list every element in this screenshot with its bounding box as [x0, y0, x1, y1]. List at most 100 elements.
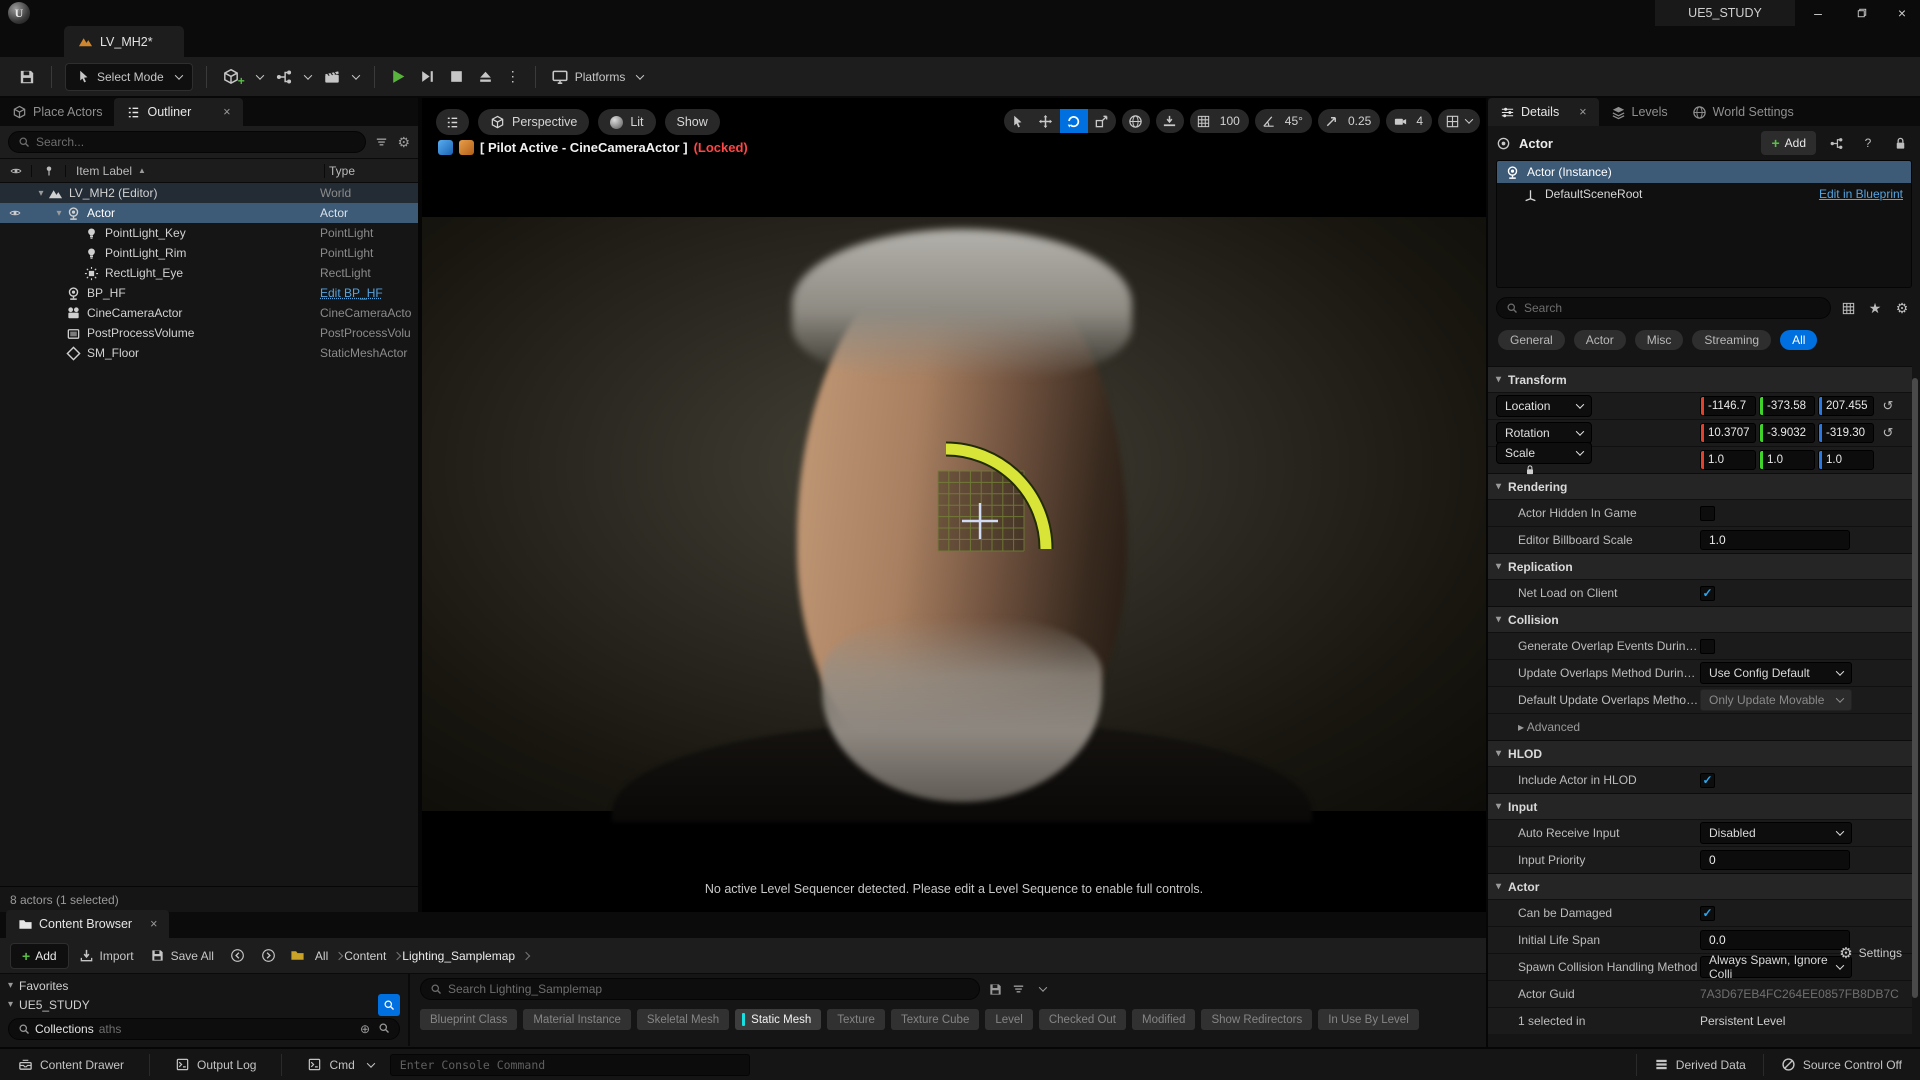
lock-details-button[interactable]	[1888, 131, 1912, 155]
add-component-button[interactable]: + Add	[1761, 131, 1816, 155]
column-item-label[interactable]: Item Label ▲	[66, 164, 324, 178]
blueprints-dropdown[interactable]	[269, 64, 317, 90]
select-tool-button[interactable]	[1004, 109, 1032, 133]
details-filter-button[interactable]: All	[1780, 330, 1817, 350]
location-dropdown[interactable]: Location	[1496, 395, 1592, 417]
details-filter-button[interactable]: General	[1498, 330, 1565, 350]
checkbox[interactable]: ✓	[1700, 586, 1715, 601]
stop-button[interactable]	[442, 64, 471, 89]
output-log-button[interactable]: Output Log	[167, 1057, 264, 1072]
section-header-collision[interactable]: ▾Collision	[1488, 606, 1912, 632]
cmd-dropdown[interactable]: Cmd	[299, 1057, 381, 1072]
collections-search-input[interactable]: Collections aths ⊕	[8, 1018, 400, 1040]
skip-button[interactable]	[413, 64, 442, 89]
menu-item[interactable]	[108, 9, 130, 17]
z-value-field[interactable]: 207.455	[1818, 396, 1874, 416]
grid-snap-button[interactable]	[1190, 109, 1218, 133]
convert-blueprint-button[interactable]	[1824, 131, 1848, 155]
asset-filter-pill[interactable]: Modified	[1132, 1009, 1195, 1030]
world-space-button[interactable]	[1122, 109, 1150, 133]
value-input[interactable]: 1.0	[1700, 530, 1850, 550]
asset-filter-pill[interactable]: Checked Out	[1039, 1009, 1126, 1030]
filter-sources-button[interactable]	[378, 994, 400, 1016]
asset-filter-pill[interactable]: Show Redirectors	[1201, 1009, 1312, 1030]
breadcrumb-all[interactable]: All	[313, 949, 330, 963]
asset-filter-pill[interactable]: Level	[985, 1009, 1033, 1030]
checkbox[interactable]: ✓	[1700, 773, 1715, 788]
asset-filter-pill[interactable]: Blueprint Class	[420, 1009, 517, 1030]
viewport-options-button[interactable]	[436, 109, 469, 135]
camera-speed-button[interactable]	[1386, 109, 1414, 133]
section-header-replication[interactable]: ▾Replication	[1488, 553, 1912, 579]
asset-filter-pill[interactable]: Texture	[827, 1009, 885, 1030]
close-icon[interactable]: ×	[223, 105, 230, 119]
viewport[interactable]: Perspective Lit Show [ Pilot Active - Ci…	[422, 98, 1486, 912]
display-options-button[interactable]	[1838, 296, 1858, 320]
menu-item[interactable]	[218, 9, 240, 17]
value-dropdown[interactable]: Use Config Default	[1700, 662, 1852, 684]
details-filter-button[interactable]: Actor	[1574, 330, 1626, 350]
menu-item[interactable]	[196, 9, 218, 17]
add-actor-dropdown[interactable]: +	[216, 62, 269, 92]
close-button[interactable]: ×	[1884, 0, 1920, 26]
visibility-column-icon[interactable]	[10, 165, 22, 177]
outliner-row[interactable]: CineCameraActor CineCameraActo	[0, 303, 418, 323]
details-filter-button[interactable]: Streaming	[1692, 330, 1771, 350]
tab-levels[interactable]: Levels	[1599, 98, 1680, 126]
level-tab[interactable]: LV_MH2*	[64, 26, 184, 57]
column-type[interactable]: Type	[324, 164, 418, 178]
menu-item[interactable]	[86, 9, 108, 17]
add-collection-icon[interactable]: ⊕	[360, 1022, 370, 1036]
value-dropdown[interactable]: Always Spawn, Ignore Colli	[1700, 956, 1852, 978]
asset-filter-pill[interactable]: Static Mesh	[735, 1009, 821, 1030]
x-value-field[interactable]: 10.3707	[1700, 423, 1756, 443]
viewport-layout-button[interactable]	[1438, 109, 1466, 133]
close-icon[interactable]: ×	[1579, 105, 1586, 119]
outliner-row[interactable]: PointLight_Key PointLight	[0, 223, 418, 243]
asset-filter-pill[interactable]: Skeletal Mesh	[637, 1009, 729, 1030]
save-search-icon[interactable]	[988, 982, 1003, 997]
outliner-search-input[interactable]: Search...	[8, 131, 366, 153]
console-command-input[interactable]: Enter Console Command	[390, 1054, 750, 1076]
rotate-tool-button[interactable]	[1060, 109, 1088, 133]
details-scrollbar[interactable]	[1912, 378, 1918, 998]
section-header-actor[interactable]: ▾Actor	[1488, 873, 1912, 899]
outliner-row[interactable]: PostProcessVolume PostProcessVolu	[0, 323, 418, 343]
asset-filter-pill[interactable]: Texture Cube	[891, 1009, 979, 1030]
source-control-button[interactable]: Source Control Off	[1773, 1057, 1910, 1072]
component-row-child[interactable]: DefaultSceneRoot Edit in Blueprint	[1497, 183, 1911, 205]
scale-tool-button[interactable]	[1088, 109, 1116, 133]
tab-content-browser[interactable]: Content Browser ×	[6, 910, 169, 938]
outliner-row[interactable]: ▾ Actor Actor	[0, 203, 418, 223]
component-row-root[interactable]: Actor (Instance)	[1497, 161, 1911, 183]
reset-to-default-button[interactable]: ↺	[1877, 398, 1899, 414]
outliner-row[interactable]: ▾ LV_MH2 (Editor) World	[0, 183, 418, 203]
filter-icon[interactable]	[1011, 982, 1026, 997]
section-header-transform[interactable]: ▾Transform	[1488, 366, 1912, 392]
outliner-row[interactable]: RectLight_Eye RectLight	[0, 263, 418, 283]
search-icon[interactable]	[378, 1022, 390, 1034]
tab-world-settings[interactable]: World Settings	[1680, 98, 1806, 126]
chevron-down-icon[interactable]	[1039, 983, 1047, 991]
eye-icon[interactable]	[9, 207, 21, 219]
section-header-input[interactable]: ▾Input	[1488, 793, 1912, 819]
y-value-field[interactable]: -3.9032	[1759, 423, 1815, 443]
lock-icon[interactable]	[1524, 465, 1536, 479]
derived-data-button[interactable]: Derived Data	[1646, 1057, 1754, 1072]
import-button[interactable]: Import	[73, 944, 140, 967]
close-icon[interactable]: ×	[150, 917, 157, 931]
restore-button[interactable]	[1844, 0, 1880, 26]
z-value-field[interactable]: 1.0	[1818, 450, 1874, 470]
save-button[interactable]	[12, 64, 42, 90]
expander-icon[interactable]: ▾	[34, 188, 48, 199]
select-mode-dropdown[interactable]: Select Mode	[65, 63, 193, 91]
reset-to-default-button[interactable]: ↺	[1877, 425, 1899, 441]
menu-item[interactable]	[64, 9, 86, 17]
value-input[interactable]: 0.0	[1700, 930, 1850, 950]
z-value-field[interactable]: -319.30	[1818, 423, 1874, 443]
outliner-row[interactable]: SM_Floor StaticMeshActor	[0, 343, 418, 363]
camera-speed-value[interactable]: 4	[1414, 114, 1432, 128]
value-dropdown[interactable]: Disabled	[1700, 822, 1852, 844]
details-filter-button[interactable]: Misc	[1635, 330, 1684, 350]
grid-snap-value[interactable]: 100	[1218, 114, 1249, 128]
